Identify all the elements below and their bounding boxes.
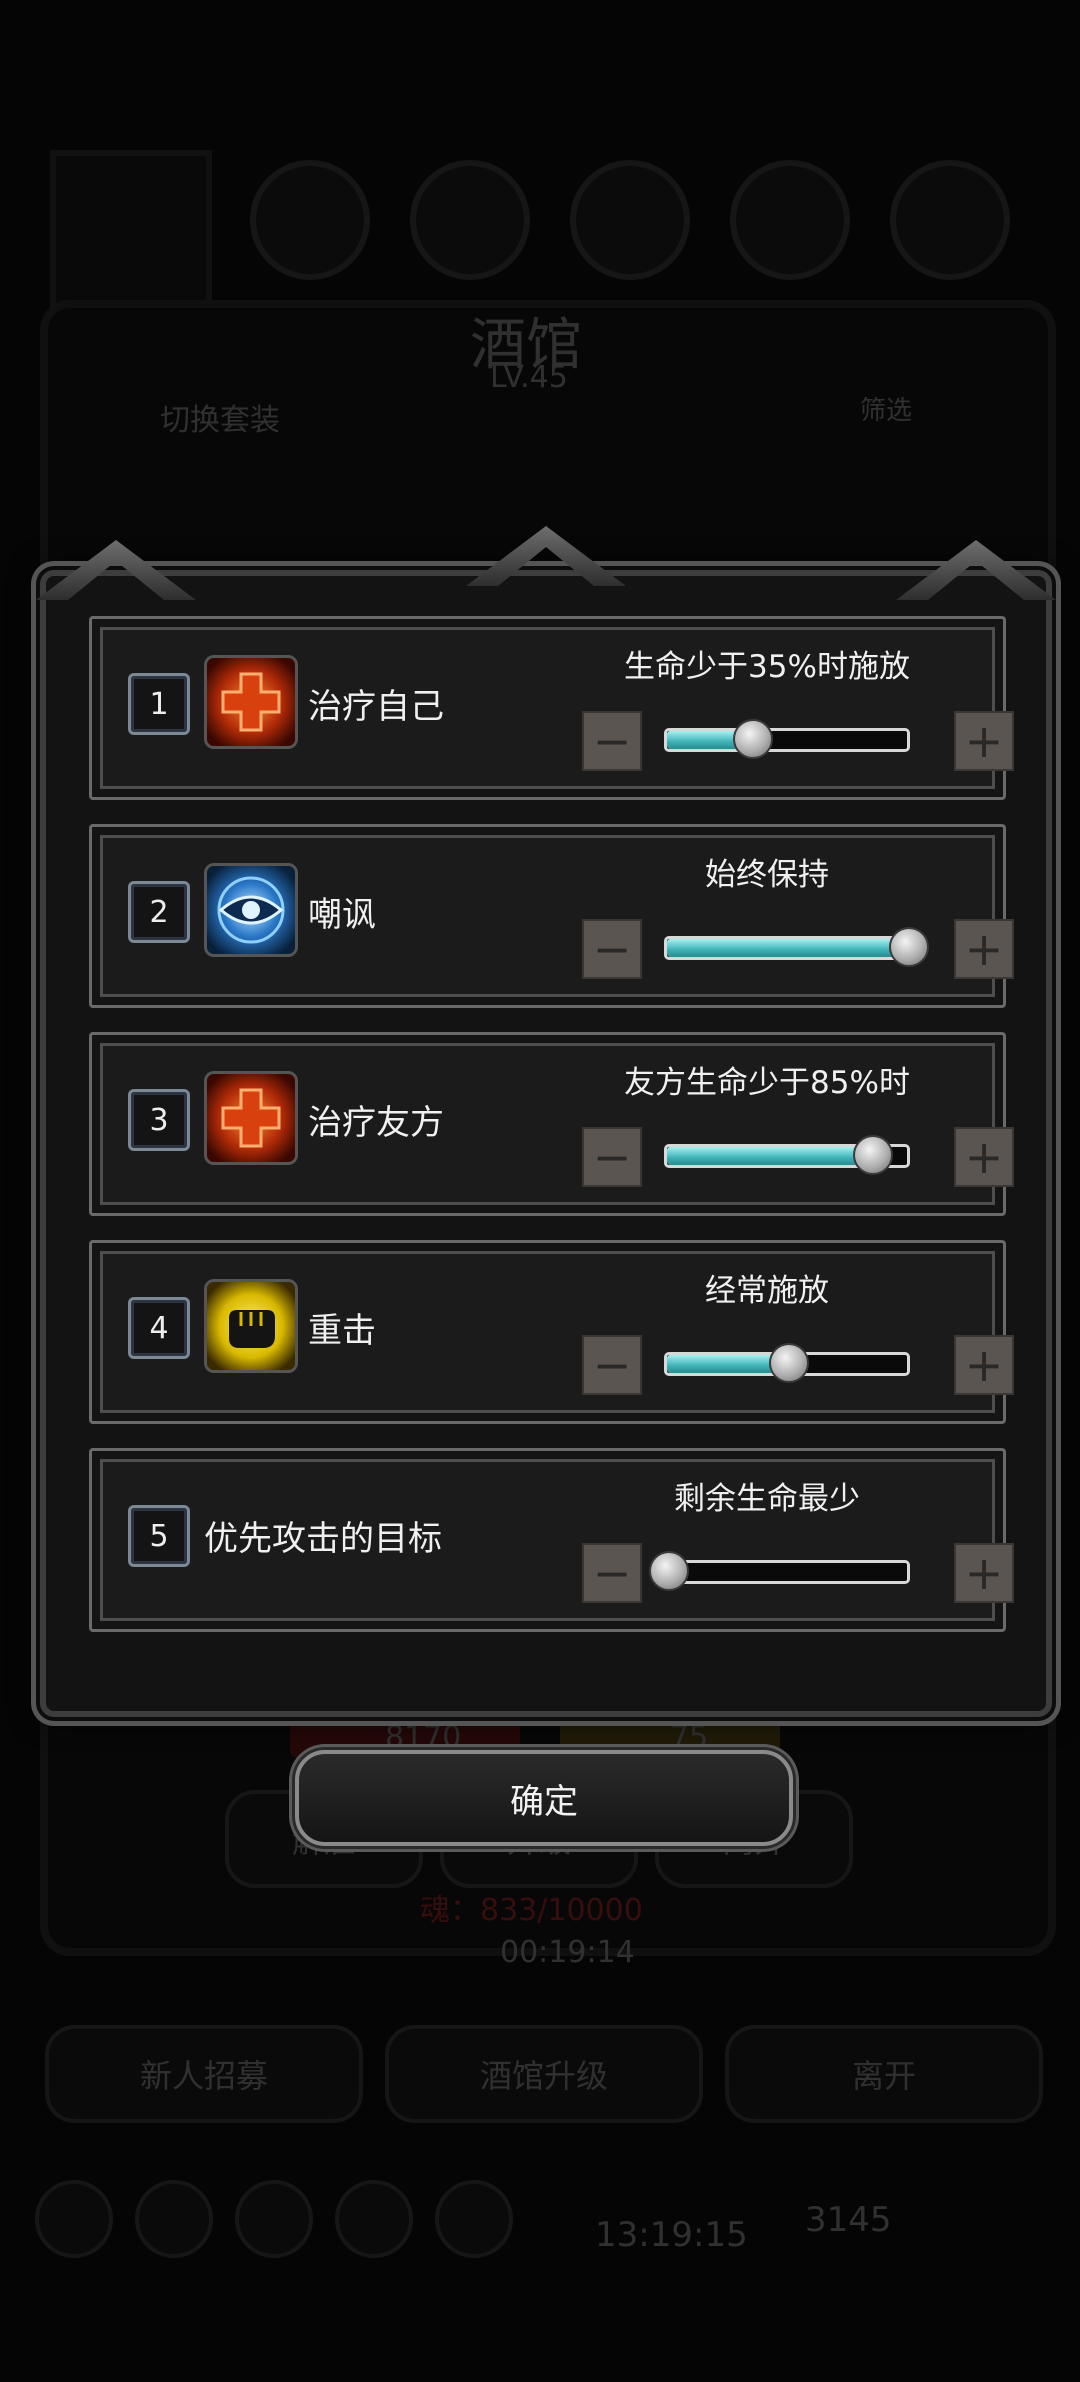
tavern-upgrade-button: 酒馆升级 — [385, 2025, 703, 2123]
priority-number: 1 — [128, 673, 190, 735]
menu-circle-icon — [570, 160, 690, 280]
clock-text: 13:19:15 — [595, 2215, 748, 2255]
priority-number: 3 — [128, 1089, 190, 1151]
skill-settings-dialog: 1 治疗自己 生命少于35%时施放 − +2 嘲讽 始终保持 − +3 治疗友方 友方生命少于8… — [36, 526, 1056, 1717]
condition-slider[interactable] — [664, 1135, 910, 1175]
nav-icon — [135, 2180, 213, 2258]
heal-cross-icon — [204, 1071, 298, 1165]
fist-strike-icon — [204, 1279, 298, 1373]
recruit-button: 新人招募 — [45, 2025, 363, 2123]
slider-fill — [667, 939, 907, 957]
skill-label: 优先攻击的目标 — [204, 1519, 442, 1559]
slider-knob[interactable] — [733, 719, 773, 759]
increase-button[interactable]: + — [954, 1127, 1014, 1187]
menu-circle-icon — [890, 160, 1010, 280]
condition-text: 经常施放 — [705, 1273, 829, 1309]
decrease-button[interactable]: − — [582, 1543, 642, 1603]
slider-fill — [667, 1147, 871, 1165]
increase-button[interactable]: + — [954, 711, 1014, 771]
skill-row: 2 嘲讽 始终保持 − + — [89, 824, 1014, 1008]
decrease-button[interactable]: − — [582, 1127, 642, 1187]
timer-text: 00:19:14 — [500, 1935, 635, 1970]
condition-slider[interactable] — [664, 927, 929, 967]
slider-knob[interactable] — [889, 927, 929, 967]
tavern-level: LV.45 — [490, 360, 568, 395]
skill-row: 3 治疗友方 友方生命少于85%时 − + — [89, 1032, 1014, 1216]
priority-number: 2 — [128, 881, 190, 943]
priority-number: 4 — [128, 1297, 190, 1359]
condition-text: 剩余生命最少 — [674, 1481, 860, 1517]
nav-icon — [335, 2180, 413, 2258]
menu-circle-icon — [410, 160, 530, 280]
slider-knob[interactable] — [853, 1135, 893, 1175]
skill-row: 1 治疗自己 生命少于35%时施放 − + — [89, 616, 1014, 800]
soul-text: 魂：833/10000 — [420, 1893, 643, 1928]
condition-slider[interactable] — [664, 719, 910, 759]
switch-outfit-label: 切换套装 — [160, 403, 280, 438]
slider-knob[interactable] — [769, 1343, 809, 1383]
gems-value: 3145 — [805, 2200, 892, 2240]
skill-label: 治疗自己 — [308, 687, 444, 727]
menu-circle-icon — [730, 160, 850, 280]
nav-icon — [235, 2180, 313, 2258]
skill-label: 治疗友方 — [308, 1103, 444, 1143]
increase-button[interactable]: + — [954, 1543, 1014, 1603]
condition-slider[interactable] — [664, 1343, 910, 1383]
nav-icon — [35, 2180, 113, 2258]
skill-label: 嘲讽 — [308, 895, 376, 935]
skill-row: 4 重击 经常施放 − + — [89, 1240, 1014, 1424]
exit-button: 离开 — [725, 2025, 1043, 2123]
menu-circle-icon — [250, 160, 370, 280]
decrease-button[interactable]: − — [582, 711, 642, 771]
heal-cross-icon — [204, 655, 298, 749]
eye-taunt-icon — [204, 863, 298, 957]
decrease-button[interactable]: − — [582, 1335, 642, 1395]
condition-text: 始终保持 — [705, 857, 829, 893]
nav-icon — [435, 2180, 513, 2258]
condition-text: 生命少于35%时施放 — [624, 649, 910, 685]
skill-row: 5 优先攻击的目标 剩余生命最少 − + — [89, 1448, 1014, 1632]
condition-slider[interactable] — [649, 1551, 910, 1591]
skill-label: 重击 — [308, 1311, 376, 1351]
decrease-button[interactable]: − — [582, 919, 642, 979]
slider-knob[interactable] — [649, 1551, 689, 1591]
confirm-button[interactable]: 确定 — [295, 1750, 793, 1846]
filter-label: 筛选 — [860, 396, 913, 426]
condition-text: 友方生命少于85%时 — [624, 1065, 910, 1101]
portrait-frame — [50, 150, 212, 322]
increase-button[interactable]: + — [954, 919, 1014, 979]
increase-button[interactable]: + — [954, 1335, 1014, 1395]
priority-number: 5 — [128, 1505, 190, 1567]
